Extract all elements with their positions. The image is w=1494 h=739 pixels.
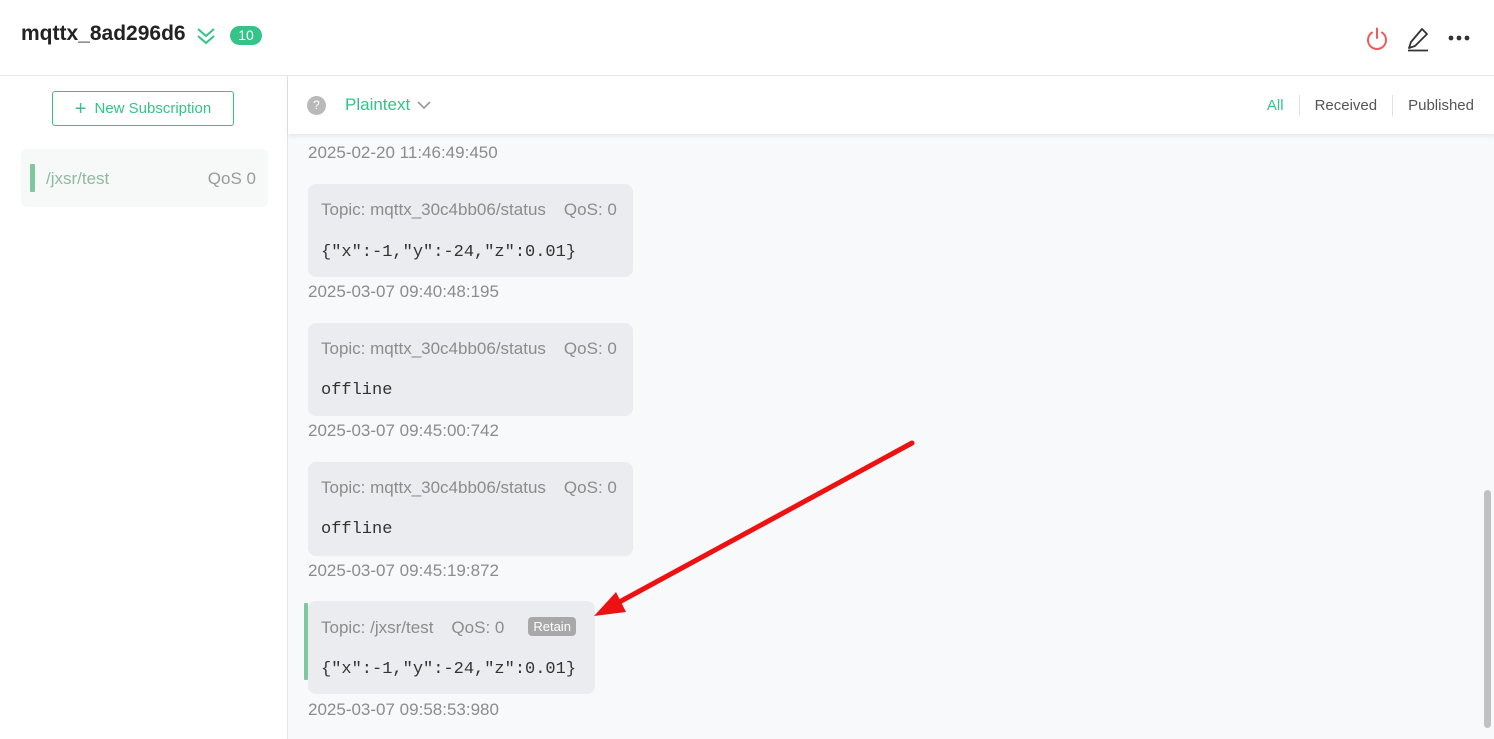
message-list: 2025-02-20 11:46:49:450 Topic: mqttx_30c… — [288, 134, 1494, 739]
new-subscription-button[interactable]: + New Subscription — [52, 91, 234, 126]
double-chevron-down-icon[interactable] — [195, 25, 217, 47]
message-topic: Topic: mqttx_30c4bb06/status — [321, 339, 546, 358]
filter-tab-all[interactable]: All — [1252, 95, 1299, 116]
message-header: Topic: mqttx_30c4bb06/status QoS: 0 — [321, 478, 617, 498]
message-toolbar: ? Plaintext All Received Published — [288, 77, 1494, 134]
message-filter-tabs: All Received Published — [1252, 95, 1474, 116]
subscription-sidebar: + New Subscription /jxsr/test QoS 0 — [0, 76, 288, 739]
pencil-icon[interactable] — [1405, 26, 1431, 52]
filter-tab-published[interactable]: Published — [1392, 95, 1474, 116]
message-payload: {"x":-1,"y":-24,"z":0.01} — [321, 243, 577, 262]
message-scrollbar[interactable] — [1480, 134, 1494, 739]
message-bubble-retained[interactable]: Topic: /jxsr/test QoS: 0 Retain {"x":-1,"y… — [308, 601, 595, 694]
subscription-color-bar — [30, 164, 35, 192]
message-qos: QoS: 0 — [451, 618, 505, 637]
payload-format-select[interactable]: Plaintext — [345, 95, 432, 115]
message-bubble[interactable]: Topic: mqttx_30c4bb06/status QoS: 0 offli… — [308, 462, 633, 556]
power-icon[interactable] — [1364, 26, 1390, 52]
message-timestamp: 2025-03-07 09:45:19:872 — [308, 561, 499, 580]
message-timestamp: 2025-03-07 09:58:53:980 — [308, 700, 499, 719]
payload-format-label: Plaintext — [345, 95, 411, 114]
message-timestamp: 2025-02-20 11:46:49:450 — [308, 143, 498, 162]
more-dots-icon[interactable] — [1447, 26, 1473, 52]
filter-tab-received[interactable]: Received — [1298, 95, 1393, 116]
message-count-badge: 10 — [230, 26, 262, 45]
message-payload: offline — [321, 520, 393, 539]
message-header: Topic: mqttx_30c4bb06/status QoS: 0 — [321, 339, 617, 359]
message-topic: Topic: mqttx_30c4bb06/status — [321, 200, 546, 219]
message-bubble[interactable]: Topic: mqttx_30c4bb06/status QoS: 0 offli… — [308, 323, 633, 416]
message-qos: QoS: 0 — [563, 339, 617, 358]
message-payload: {"x":-1,"y":-24,"z":0.01} — [321, 660, 577, 679]
connection-name: mqttx_8ad296d6 — [21, 22, 186, 45]
retain-badge: Retain — [528, 617, 576, 636]
connection-header: mqttx_8ad296d6 10 — [0, 0, 1494, 76]
help-circle-icon[interactable]: ? — [307, 96, 326, 115]
message-bubble[interactable]: Topic: mqttx_30c4bb06/status QoS: 0 {"x":… — [308, 184, 633, 277]
message-qos: QoS: 0 — [563, 478, 617, 497]
message-header: Topic: /jxsr/test QoS: 0 Retain — [321, 617, 576, 638]
subscription-topic: /jxsr/test — [46, 169, 110, 188]
subscription-qos: QoS 0 — [207, 169, 256, 188]
message-topic: Topic: mqttx_30c4bb06/status — [321, 478, 546, 497]
scrollbar-thumb[interactable] — [1484, 490, 1491, 728]
chevron-down-icon — [417, 101, 431, 110]
message-timestamp: 2025-03-07 09:45:00:742 — [308, 421, 499, 440]
message-payload: offline — [321, 381, 393, 400]
subscription-item[interactable]: /jxsr/test QoS 0 — [21, 149, 268, 207]
message-timestamp: 2025-03-07 09:40:48:195 — [308, 282, 499, 301]
new-subscription-label: New Subscription — [94, 100, 212, 117]
message-header: Topic: mqttx_30c4bb06/status QoS: 0 — [321, 200, 617, 220]
message-topic: Topic: /jxsr/test — [321, 618, 434, 637]
plus-icon: + — [74, 97, 87, 120]
message-qos: QoS: 0 — [563, 200, 617, 219]
